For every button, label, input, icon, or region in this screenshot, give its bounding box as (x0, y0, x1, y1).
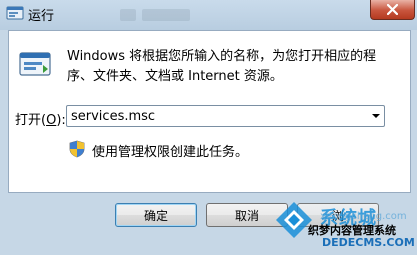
title-ghost (120, 6, 210, 24)
window-title: 运行 (28, 9, 55, 24)
watermark-dede: DEDECMS.COM (322, 236, 415, 249)
open-label: 打开(O): (15, 113, 66, 128)
watermark: 系统城 xitongcheng.com 织梦内容管理系统 DEDECMS.COM (270, 198, 417, 255)
open-combobox[interactable]: services.msc (66, 105, 385, 127)
close-icon (387, 4, 398, 15)
open-input[interactable]: services.msc (71, 109, 155, 124)
run-icon (19, 52, 51, 76)
ok-button[interactable]: 确定 (115, 203, 197, 227)
watermark-domain: xitongcheng.com (320, 211, 407, 222)
shield-icon (69, 140, 85, 158)
run-dialog: 运行 Windows 将根据您所输入的名称，为您打开相应的程序、文件夹、文档或 … (0, 0, 417, 255)
dialog-body: Windows 将根据您所输入的名称，为您打开相应的程序、文件夹、文档或 Int… (8, 30, 411, 193)
title-bar[interactable]: 运行 (0, 0, 417, 30)
dropdown-arrow-icon[interactable] (372, 114, 380, 118)
admin-note: 使用管理权限创建此任务。 (92, 145, 249, 160)
close-button[interactable] (370, 0, 415, 20)
run-icon (6, 6, 24, 20)
description-text: Windows 将根据您所输入的名称，为您打开相应的程序、文件夹、文档或 Int… (67, 49, 377, 84)
